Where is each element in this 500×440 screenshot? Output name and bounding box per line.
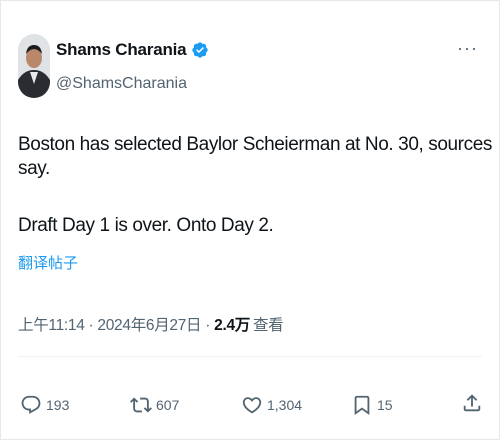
author-name[interactable]: Shams Charania — [56, 40, 187, 60]
more-icon[interactable]: ··· — [457, 38, 478, 59]
verified-badge-icon — [191, 41, 209, 59]
tweet-text-line-1: Boston has selected Baylor Scheierman at… — [18, 134, 492, 179]
reply-button[interactable]: 193 — [20, 394, 69, 416]
repost-count: 607 — [156, 397, 180, 413]
bookmark-icon — [354, 395, 370, 416]
tweet-meta: 上午11:14 · 2024年6月27日 · 2.4万 查看 — [18, 313, 284, 335]
share-icon — [463, 394, 481, 412]
like-icon — [242, 397, 262, 414]
share-button[interactable] — [461, 392, 483, 419]
like-count: 1,304 — [267, 397, 303, 413]
bookmark-button[interactable]: 15 — [351, 394, 393, 416]
tweet-text-line-2: Draft Day 1 is over. Onto Day 2. — [18, 215, 274, 236]
timestamp[interactable]: 上午11:14 · 2024年6月27日 · — [18, 313, 210, 335]
repost-icon — [130, 397, 152, 413]
views-count: 2.4万 — [214, 317, 250, 334]
views-label: 查看 — [252, 317, 284, 334]
bookmark-count: 15 — [377, 397, 393, 413]
reply-icon — [21, 395, 41, 414]
like-button[interactable]: 1,304 — [241, 394, 302, 416]
repost-button[interactable]: 607 — [130, 394, 179, 416]
reply-count: 193 — [46, 397, 70, 413]
divider — [18, 356, 482, 357]
avatar[interactable] — [18, 34, 50, 98]
author-handle[interactable]: @ShamsCharania — [56, 75, 187, 93]
translate-link[interactable]: 翻译帖子 — [18, 252, 78, 273]
